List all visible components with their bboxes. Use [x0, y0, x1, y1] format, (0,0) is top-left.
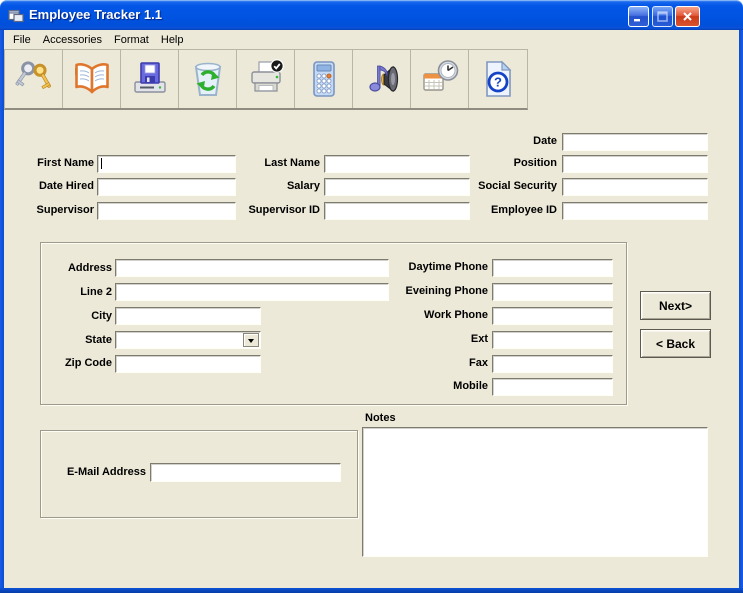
work-phone-label: Work Phone	[380, 309, 488, 322]
menu-file[interactable]: File	[13, 34, 31, 46]
maximize-icon	[656, 10, 669, 23]
window-border-right	[739, 30, 743, 593]
maximize-button[interactable]	[652, 6, 673, 27]
text-caret	[101, 158, 102, 169]
salary-field[interactable]	[324, 178, 470, 196]
save-icon	[130, 59, 170, 99]
help-toolbar-button[interactable]: ?	[469, 50, 527, 108]
calculator-icon	[304, 59, 344, 99]
fax-label: Fax	[380, 357, 488, 370]
zip-code-label: Zip Code	[28, 357, 112, 370]
date-hired-field[interactable]	[97, 178, 236, 196]
supervisor-label: Supervisor	[10, 204, 94, 217]
toolbar: ?	[4, 49, 528, 110]
menu-format[interactable]: Format	[114, 34, 149, 46]
menu-accessories[interactable]: Accessories	[43, 34, 102, 46]
employee-id-field[interactable]	[562, 202, 708, 220]
recycle-bin-icon	[188, 59, 228, 99]
save-toolbar-button[interactable]	[121, 50, 179, 108]
keys-toolbar-button[interactable]	[5, 50, 63, 108]
app-window: Employee Tracker 1.1 File Accessories Fo…	[0, 0, 743, 593]
line2-field[interactable]	[115, 283, 389, 301]
supervisor-field[interactable]	[97, 202, 236, 220]
back-button[interactable]: < Back	[640, 329, 711, 358]
calculator-toolbar-button[interactable]	[295, 50, 353, 108]
state-dropdown-button[interactable]	[243, 333, 259, 347]
chevron-down-icon	[248, 339, 254, 346]
recycle-toolbar-button[interactable]	[179, 50, 237, 108]
evening-phone-field[interactable]	[492, 283, 613, 301]
minimize-icon	[632, 10, 645, 23]
sound-toolbar-button[interactable]	[353, 50, 411, 108]
work-phone-field[interactable]	[492, 307, 613, 325]
mobile-label: Mobile	[380, 380, 488, 393]
email-field[interactable]	[150, 463, 341, 482]
help-icon: ?	[478, 59, 518, 99]
window-title: Employee Tracker 1.1	[29, 0, 162, 30]
calendar-clock-icon	[420, 59, 460, 99]
line2-label: Line 2	[28, 286, 112, 299]
daytime-phone-label: Daytime Phone	[380, 261, 488, 274]
menu-help[interactable]: Help	[161, 34, 184, 46]
last-name-label: Last Name	[230, 157, 320, 170]
last-name-field[interactable]	[324, 155, 470, 173]
position-field[interactable]	[562, 155, 708, 173]
schedule-toolbar-button[interactable]	[411, 50, 469, 108]
first-name-label: First Name	[10, 157, 94, 170]
next-button[interactable]: Next>	[640, 291, 711, 320]
evening-phone-label: Eveining Phone	[380, 285, 488, 298]
salary-label: Salary	[230, 180, 320, 193]
svg-text:?: ?	[494, 75, 502, 90]
minimize-button[interactable]	[628, 6, 649, 27]
address-book-toolbar-button[interactable]	[63, 50, 121, 108]
close-button[interactable]	[675, 6, 700, 27]
address-label: Address	[28, 262, 112, 275]
menu-bar: File Accessories Format Help	[4, 30, 739, 49]
social-security-label: Social Security	[462, 180, 557, 193]
state-select[interactable]	[115, 331, 261, 349]
first-name-field[interactable]	[97, 155, 236, 173]
window-border-bottom	[0, 588, 743, 593]
supervisor-id-field[interactable]	[324, 202, 470, 220]
mobile-field[interactable]	[492, 378, 613, 396]
close-icon	[681, 10, 694, 23]
notes-label: Notes	[365, 412, 396, 425]
ext-label: Ext	[380, 333, 488, 346]
address-book-icon	[72, 59, 112, 99]
city-label: City	[28, 310, 112, 323]
fax-field[interactable]	[492, 355, 613, 373]
employee-id-label: Employee ID	[462, 204, 557, 217]
date-label: Date	[462, 135, 557, 148]
state-label: State	[28, 334, 112, 347]
city-field[interactable]	[115, 307, 261, 325]
email-label: E-Mail Address	[56, 466, 146, 479]
window-border-left	[0, 30, 4, 593]
position-label: Position	[462, 157, 557, 170]
keys-icon	[14, 59, 54, 99]
social-security-field[interactable]	[562, 178, 708, 196]
app-icon[interactable]	[8, 7, 24, 23]
supervisor-id-label: Supervisor ID	[230, 204, 320, 217]
ext-field[interactable]	[492, 331, 613, 349]
zip-code-field[interactable]	[115, 355, 261, 373]
title-bar[interactable]: Employee Tracker 1.1	[0, 0, 743, 30]
print-toolbar-button[interactable]	[237, 50, 295, 108]
notes-field[interactable]	[362, 427, 708, 557]
speaker-note-icon	[362, 59, 402, 99]
daytime-phone-field[interactable]	[492, 259, 613, 277]
address-field[interactable]	[115, 259, 389, 277]
date-hired-label: Date Hired	[10, 180, 94, 193]
date-field[interactable]	[562, 133, 708, 151]
printer-icon	[246, 59, 286, 99]
